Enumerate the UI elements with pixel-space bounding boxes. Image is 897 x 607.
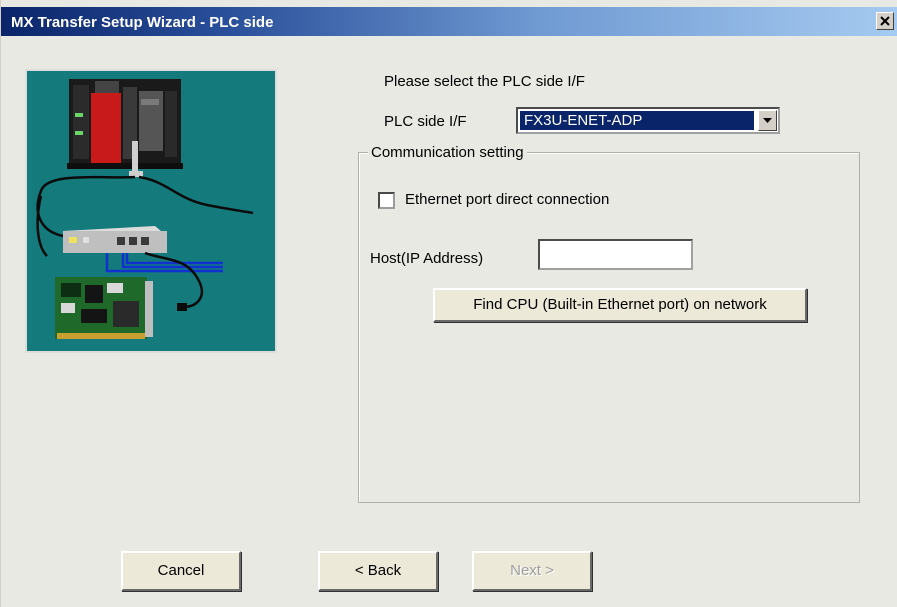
window-title: MX Transfer Setup Wizard - PLC side xyxy=(11,14,274,31)
back-button-label: < Back xyxy=(354,562,402,579)
close-icon xyxy=(880,16,890,26)
close-button[interactable] xyxy=(876,12,894,30)
network-diagram-icon xyxy=(36,79,254,339)
plc-network-illustration xyxy=(25,69,277,353)
back-button[interactable]: < Back xyxy=(318,551,438,591)
find-cpu-button[interactable]: Find CPU (Built-in Ethernet port) on net… xyxy=(433,288,807,322)
dropdown-arrow-button[interactable] xyxy=(758,110,777,131)
title-bar[interactable]: MX Transfer Setup Wizard - PLC side xyxy=(1,7,897,36)
communication-setting-legend: Communication setting xyxy=(368,144,527,161)
ethernet-direct-checkbox[interactable] xyxy=(378,192,395,209)
find-cpu-button-label: Find CPU (Built-in Ethernet port) on net… xyxy=(473,296,767,313)
plc-if-selected-value: FX3U-ENET-ADP xyxy=(520,111,754,130)
host-ip-input[interactable] xyxy=(538,239,693,270)
cancel-button-label: Cancel xyxy=(157,562,205,579)
plc-if-dropdown[interactable]: FX3U-ENET-ADP xyxy=(516,107,780,134)
next-button[interactable]: Next > xyxy=(472,551,592,591)
wizard-window: MX Transfer Setup Wizard - PLC side Plea… xyxy=(0,0,897,607)
host-ip-label: Host(IP Address) xyxy=(370,250,484,267)
instruction-text: Please select the PLC side I/F xyxy=(384,73,585,90)
chevron-down-icon xyxy=(763,118,772,123)
next-button-label: Next > xyxy=(510,562,554,579)
ethernet-direct-label[interactable]: Ethernet port direct connection xyxy=(405,191,609,208)
plc-if-label: PLC side I/F xyxy=(384,113,467,130)
cancel-button[interactable]: Cancel xyxy=(121,551,241,591)
